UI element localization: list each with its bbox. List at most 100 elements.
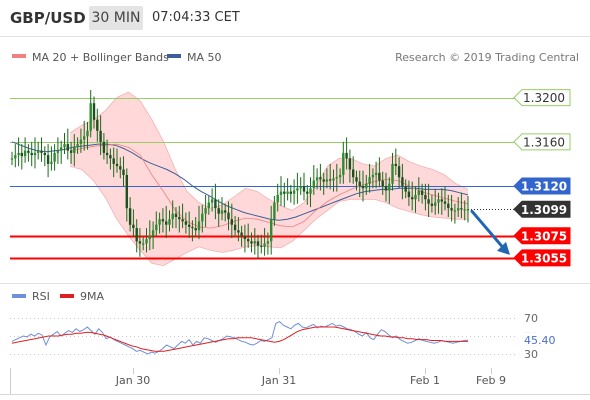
price-bar xyxy=(289,184,292,203)
price-bar-body xyxy=(374,172,378,175)
price-bar-body xyxy=(352,169,355,178)
price-bar xyxy=(296,172,299,204)
rsi-layer: 70503045.40 xyxy=(10,312,570,361)
price-bar-body xyxy=(138,241,142,244)
price-bar-body xyxy=(440,199,443,202)
price-bar-body xyxy=(443,201,447,204)
price-bar-body xyxy=(210,199,214,203)
price-bar-body xyxy=(112,158,115,164)
price-bar-body xyxy=(427,199,430,204)
price-bar-body xyxy=(14,155,17,159)
price-bar-body xyxy=(197,221,201,231)
price-bar-body xyxy=(20,152,23,157)
price-bar-body xyxy=(266,241,270,244)
price-bar-body xyxy=(299,186,302,189)
price-bar-body xyxy=(119,166,122,170)
price-bar-body xyxy=(355,177,358,182)
price-bar-body xyxy=(66,144,69,151)
price-bar-body xyxy=(37,150,40,153)
bollinger-band-area xyxy=(70,92,468,266)
x-axis-tick-label: Jan 30 xyxy=(115,374,150,387)
price-bar-body xyxy=(270,219,273,242)
price-bar-body xyxy=(460,208,463,210)
price-bar xyxy=(17,137,20,167)
price-bar-body xyxy=(250,241,253,244)
level-tag-1.3160: 1.3160 xyxy=(513,133,571,151)
price-bar xyxy=(10,151,14,166)
price-bar-body xyxy=(420,190,424,195)
price-bar-body xyxy=(260,245,263,247)
price-bar-body xyxy=(388,183,391,191)
rsi-tick-label: 30 xyxy=(524,348,538,361)
price-bar-body xyxy=(404,186,407,192)
price-bar-body xyxy=(407,191,411,198)
price-bar-body xyxy=(430,203,434,206)
price-bar-body xyxy=(286,191,289,194)
forecast-arrow-shaft xyxy=(470,209,507,252)
price-bar-body xyxy=(332,178,335,181)
price-bar-body xyxy=(247,239,250,242)
price-bar-body xyxy=(401,177,404,186)
x-axis-tick-label: Feb 9 xyxy=(476,374,506,387)
price-bar-body xyxy=(217,208,220,214)
price-bar-body xyxy=(79,139,83,144)
price-bar-body xyxy=(450,208,453,211)
price-bar xyxy=(53,144,56,171)
price-bar-body xyxy=(33,152,37,156)
price-bar-body xyxy=(105,152,109,156)
price-bar-body xyxy=(168,219,171,225)
last-price-tag-label: 1.3099 xyxy=(521,203,567,217)
price-bar xyxy=(63,133,66,154)
ma20-legend-swatch xyxy=(12,54,26,58)
price-bar-body xyxy=(178,217,181,220)
price-bar-body xyxy=(342,152,345,175)
price-bar-body xyxy=(434,202,437,206)
price-bar-body xyxy=(466,209,470,211)
price-bar-body xyxy=(125,175,128,209)
level-tag-1.3120: 1.3120 xyxy=(513,177,571,195)
price-bar-body xyxy=(56,150,60,153)
price-bar-body xyxy=(50,161,53,164)
price-bar-body xyxy=(92,103,96,120)
price-bar xyxy=(302,172,306,201)
price-bar xyxy=(50,146,53,171)
price-bar-body xyxy=(128,208,132,225)
price-bar-body xyxy=(457,208,460,211)
price-bar-body xyxy=(322,179,325,182)
price-bar-body xyxy=(424,194,427,200)
price-bar-body xyxy=(240,232,243,236)
rsi-legend-swatch xyxy=(12,294,26,298)
price-bar-body xyxy=(27,150,30,153)
price-bar-body xyxy=(30,152,33,156)
price-bar-body xyxy=(214,199,217,209)
price-bar-body xyxy=(115,163,119,167)
x-axis-tick-label: Feb 1 xyxy=(410,374,440,387)
price-bar-body xyxy=(165,221,168,225)
price-bar-body xyxy=(148,235,151,240)
price-bar-body xyxy=(361,186,365,189)
price-bar-body xyxy=(204,208,207,214)
price-bar-body xyxy=(184,221,188,225)
price-bar-body xyxy=(174,213,178,217)
rsi-legend-label: RSI xyxy=(32,290,50,303)
price-bar xyxy=(46,144,50,178)
price-bar-body xyxy=(145,239,148,244)
price-bar-body xyxy=(227,212,230,220)
price-bar-body xyxy=(437,199,440,203)
price-bar-body xyxy=(233,224,237,231)
price-bar-body xyxy=(10,158,14,160)
price-bar-body xyxy=(230,219,233,225)
forecast-arrow-layer xyxy=(470,209,510,255)
price-bar-body xyxy=(142,243,145,245)
price-bar-body xyxy=(283,191,286,194)
price-bar xyxy=(14,144,17,168)
support-tag-label: 1.3075 xyxy=(521,229,567,243)
price-bar-body xyxy=(40,150,43,153)
price-bar xyxy=(30,141,33,167)
level-tags-layer: 1.3200 1.3160 1.3120 1.3099 1.3075 1.3055 xyxy=(513,89,571,267)
price-bar xyxy=(286,178,289,201)
price-bar xyxy=(40,137,43,162)
price-bar-body xyxy=(151,230,155,236)
price-bar-body xyxy=(414,194,417,200)
chart-widget: GBP/USD 30 MIN 07:04:33 CET MA 20 + Boll… xyxy=(0,0,590,400)
